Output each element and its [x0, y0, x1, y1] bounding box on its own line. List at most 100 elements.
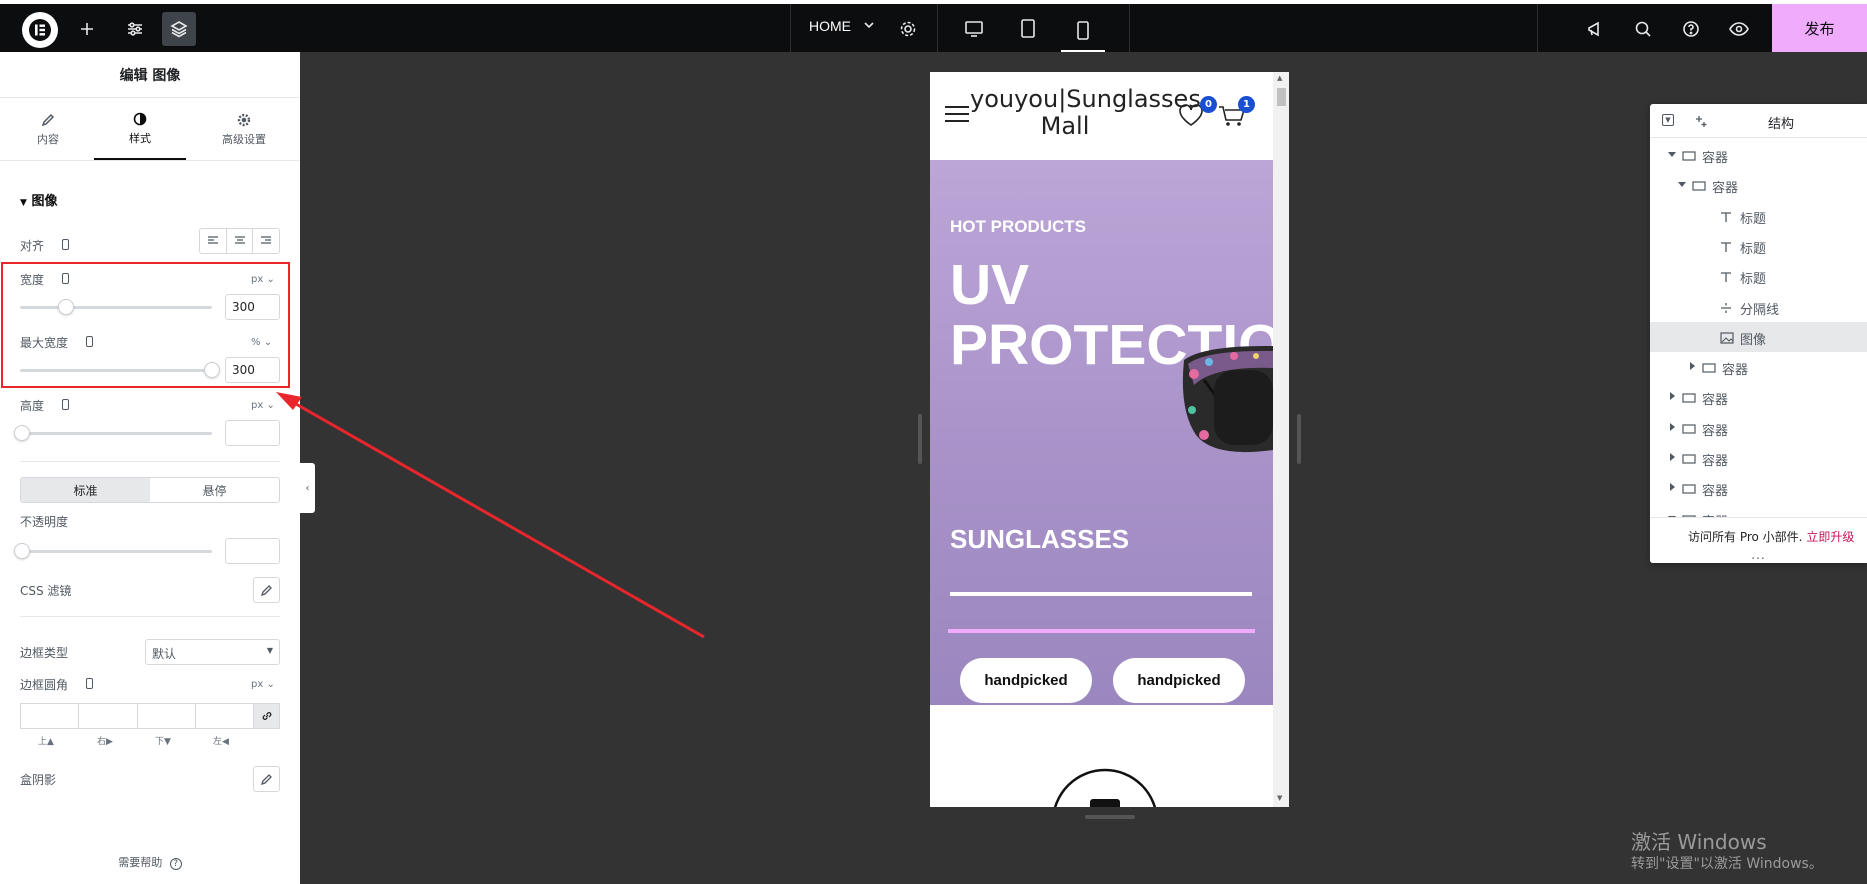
- hero-subtitle[interactable]: HOT PRODUCTS: [950, 217, 1086, 237]
- caret-down-icon[interactable]: [1678, 182, 1686, 188]
- container-icon: [1692, 180, 1706, 195]
- caret-right-icon[interactable]: [1690, 362, 1695, 371]
- navigator-item[interactable]: 容器: [1650, 352, 1867, 382]
- structure-button[interactable]: [162, 12, 196, 46]
- navigator-item-label: 容器: [1712, 181, 1739, 197]
- sparkle-icon[interactable]: [1694, 114, 1708, 128]
- hero-sunglasses-heading[interactable]: SUNGLASSES: [950, 524, 1129, 555]
- height-label: 高度: [20, 399, 45, 413]
- box-shadow-edit-button[interactable]: [253, 766, 280, 792]
- resize-handle-left[interactable]: [918, 414, 922, 464]
- scroll-up-icon[interactable]: ▲: [1277, 74, 1282, 82]
- navigator-item[interactable]: 容器: [1650, 382, 1867, 412]
- caret-right-icon[interactable]: [1670, 392, 1675, 401]
- box-shadow-label: 盒阴影: [20, 773, 57, 787]
- add-element-button[interactable]: [70, 12, 104, 46]
- align-left-button[interactable]: [200, 229, 227, 253]
- navigator-item-label: 容器: [1702, 151, 1729, 166]
- heading-icon: [1720, 241, 1732, 257]
- navigator-item-label: 容器: [1702, 423, 1729, 439]
- opacity-slider-handle[interactable]: [14, 543, 30, 559]
- responsive-device-icon[interactable]: [86, 678, 93, 689]
- radius-left-input[interactable]: [194, 703, 253, 729]
- page-name[interactable]: HOME: [809, 18, 851, 34]
- radius-bottom-input[interactable]: [136, 703, 195, 729]
- structure-navigator: ▼ 结构 容器容器标题标题标题分隔线图像容器容器容器容器容器容器 访问所有 Pr…: [1650, 104, 1867, 563]
- desktop-view-button[interactable]: [957, 12, 991, 46]
- link-values-button[interactable]: [253, 703, 280, 729]
- tab-normal[interactable]: 标准: [21, 478, 150, 502]
- whats-new-button[interactable]: [1578, 12, 1612, 46]
- resize-handle-bottom[interactable]: [1085, 815, 1135, 819]
- tablet-view-button[interactable]: [1011, 12, 1045, 46]
- page-settings-button[interactable]: [891, 12, 925, 46]
- publish-button[interactable]: 发布: [1772, 4, 1867, 52]
- caret-right-icon[interactable]: [1670, 422, 1675, 431]
- caret-right-icon[interactable]: [1670, 453, 1675, 461]
- collapse-all-icon[interactable]: ▼: [1662, 114, 1674, 126]
- caret-down-icon[interactable]: [1668, 152, 1676, 157]
- navigator-item[interactable]: 容器: [1650, 443, 1867, 473]
- handpicked-button-2[interactable]: handpicked: [1113, 658, 1245, 703]
- navigator-item-label: 标题: [1740, 211, 1767, 227]
- border-type-label: 边框类型: [20, 646, 69, 660]
- mobile-view-button[interactable]: [1061, 12, 1105, 52]
- navigator-item[interactable]: 容器: [1650, 140, 1867, 170]
- border-type-select[interactable]: 默认 ▼: [145, 639, 280, 665]
- search-button[interactable]: [1626, 12, 1660, 46]
- sunglasses-image[interactable]: [1174, 340, 1273, 460]
- responsive-device-icon[interactable]: [62, 239, 69, 250]
- responsive-device-icon[interactable]: [62, 399, 69, 410]
- navigator-item[interactable]: 图像: [1650, 321, 1867, 352]
- chevron-down-icon[interactable]: [863, 19, 875, 31]
- elementor-logo[interactable]: [22, 12, 58, 48]
- align-right-button[interactable]: [253, 229, 279, 253]
- divider-white[interactable]: [950, 592, 1252, 596]
- upgrade-link[interactable]: 立即升级: [1806, 530, 1854, 544]
- navigator-item[interactable]: 容器: [1650, 170, 1867, 200]
- height-input[interactable]: [225, 420, 280, 446]
- opacity-input[interactable]: [225, 538, 280, 564]
- navigator-header[interactable]: ▼ 结构: [1650, 104, 1867, 138]
- circle-image[interactable]: [1050, 767, 1160, 807]
- preview-scrollbar[interactable]: ▲ ▼: [1273, 72, 1289, 807]
- navigator-item[interactable]: 标题: [1650, 261, 1867, 291]
- navigator-item[interactable]: 容器: [1650, 413, 1867, 443]
- help-button[interactable]: [1674, 12, 1708, 46]
- navigator-item[interactable]: 分隔线: [1650, 292, 1867, 322]
- site-title[interactable]: youyou|Sunglasses Mall: [970, 86, 1201, 140]
- site-settings-button[interactable]: [118, 12, 152, 46]
- radius-top-input[interactable]: [20, 703, 79, 729]
- tab-content[interactable]: 内容: [2, 99, 94, 161]
- preview-button[interactable]: [1722, 12, 1756, 46]
- hamburger-menu-icon[interactable]: [944, 105, 970, 123]
- navigator-item[interactable]: 容器: [1650, 473, 1867, 503]
- cart-count-badge: 1: [1238, 96, 1255, 113]
- border-radius-unit-select[interactable]: px ⌄: [251, 679, 275, 690]
- css-filter-edit-button[interactable]: [253, 577, 280, 603]
- opacity-slider[interactable]: [14, 543, 212, 559]
- section-image-toggle[interactable]: ▼ 图像: [20, 190, 57, 209]
- resize-handle-right[interactable]: [1297, 414, 1301, 464]
- handpicked-button-1[interactable]: handpicked: [960, 658, 1092, 703]
- help-link[interactable]: 需要帮助 ?: [0, 854, 300, 870]
- navigator-item[interactable]: 标题: [1650, 201, 1867, 231]
- tab-style[interactable]: 样式: [94, 99, 186, 161]
- border-type-value: 默认: [152, 647, 177, 661]
- collapse-panel-button[interactable]: ‹: [300, 463, 315, 513]
- navigator-item[interactable]: 标题: [1650, 231, 1867, 261]
- height-slider[interactable]: [14, 425, 212, 441]
- divider-pink[interactable]: [948, 629, 1255, 633]
- align-center-button[interactable]: [227, 229, 254, 253]
- resize-dots[interactable]: ...: [1650, 548, 1867, 562]
- tab-hover[interactable]: 悬停: [150, 478, 279, 502]
- scroll-down-icon[interactable]: ▼: [1277, 794, 1282, 802]
- height-unit-select[interactable]: px ⌄: [251, 400, 275, 411]
- height-slider-handle[interactable]: [14, 425, 30, 441]
- radius-right-input[interactable]: [78, 703, 137, 729]
- scrollbar-thumb[interactable]: [1277, 88, 1286, 106]
- tab-advanced[interactable]: 高级设置: [198, 99, 290, 161]
- caret-right-icon[interactable]: [1670, 483, 1675, 492]
- mobile-preview: youyou|Sunglasses Mall 0 1 HOT PRODUCTS …: [930, 72, 1289, 807]
- container-icon: [1682, 392, 1696, 407]
